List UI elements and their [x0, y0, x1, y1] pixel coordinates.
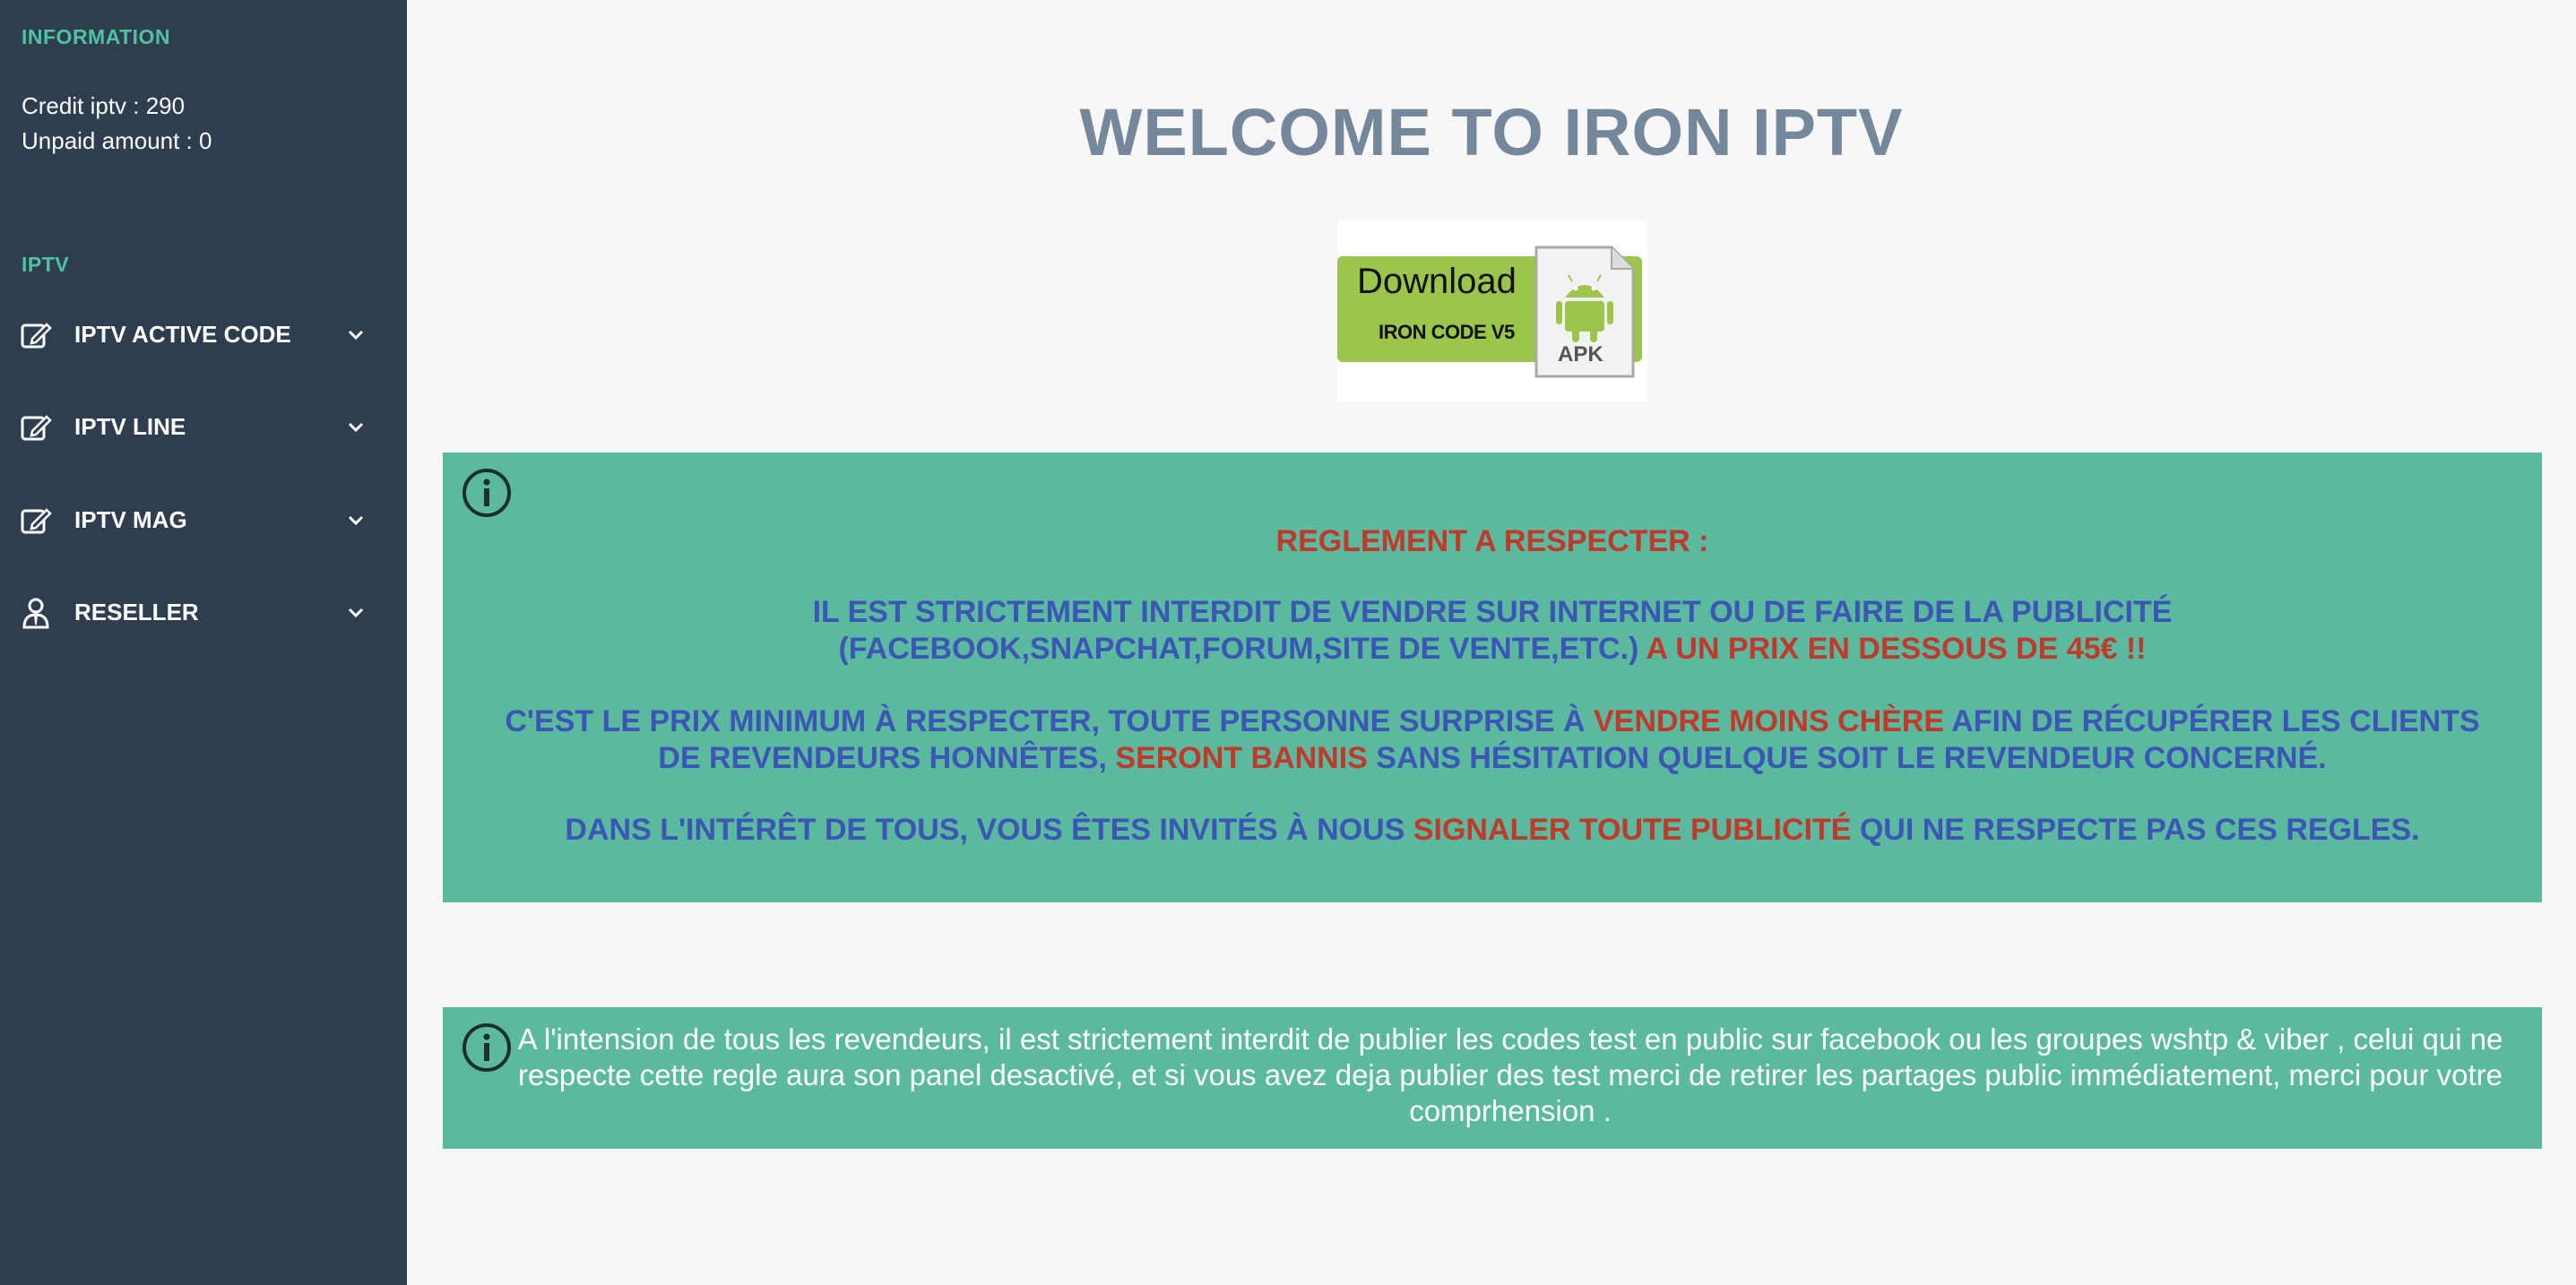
edit-icon	[21, 323, 52, 349]
reseller-notice-text: A l'intension de tous les revendeurs, il…	[517, 1022, 2503, 1127]
rules-p3-a: DANS L'INTÉRÊT DE TOUS, VOUS ÊTES INVITÉ…	[565, 813, 1413, 847]
user-tie-icon	[22, 598, 49, 629]
main-content: WELCOME TO IRON IPTV Download IRON CODE …	[407, 0, 2576, 1285]
iptv-section-title: IPTV	[22, 253, 70, 276]
rules-paragraph-1: IL EST STRICTEMENT INTERDIT DE VENDRE SU…	[497, 594, 2488, 668]
rules-title: REGLEMENT A RESPECTER :	[1275, 524, 1709, 558]
sidebar-item-iptv-active-code[interactable]: IPTV ACTIVE CODE	[0, 303, 407, 366]
rules-p1-line2-a: (FACEBOOK,SNAPCHAT,FORUM,SITE DE VENTE,E…	[838, 632, 1639, 666]
sidebar-item-iptv-mag[interactable]: IPTV MAG	[0, 488, 407, 551]
info-icon	[462, 1023, 511, 1072]
rules-paragraph-3: DANS L'INTÉRÊT DE TOUS, VOUS ÊTES INVITÉ…	[497, 812, 2488, 849]
rules-notice: REGLEMENT A RESPECTER : IL EST STRICTEME…	[443, 453, 2542, 902]
rules-p2-b: VENDRE MOINS CHÈRE	[1593, 704, 1945, 738]
rules-p1-line2-b: A UN PRIX EN DESSOUS DE 45€ !!	[1638, 632, 2147, 666]
rules-p1-line1: IL EST STRICTEMENT INTERDIT DE VENDRE SU…	[812, 595, 2173, 629]
rules-p3-c: QUI NE RESPECTE PAS CES REGLES.	[1851, 813, 2420, 847]
sidebar-item-reseller[interactable]: RESELLER	[0, 581, 407, 643]
reseller-notice: A l'intension de tous les revendeurs, il…	[443, 1007, 2542, 1149]
rules-paragraph-2: C'EST LE PRIX MINIMUM À RESPECTER, TOUTE…	[497, 703, 2488, 777]
rules-p1-line2: (FACEBOOK,SNAPCHAT,FORUM,SITE DE VENTE,E…	[497, 631, 2488, 668]
chevron-down-icon	[348, 422, 364, 433]
apk-download-label: Download	[1357, 262, 1517, 301]
unpaid-amount-text: Unpaid amount : 0	[22, 127, 212, 154]
sidebar-item-label: IPTV LINE	[74, 412, 186, 440]
chevron-down-icon	[348, 515, 364, 526]
credit-iptv-text: Credit iptv : 290	[22, 92, 186, 119]
apk-subtitle: IRON CODE V5	[1379, 321, 1515, 343]
sidebar: INFORMATION Credit iptv : 290 Unpaid amo…	[0, 0, 407, 1285]
chevron-down-icon	[348, 330, 364, 341]
rules-p3-b: SIGNALER TOUTE PUBLICITÉ	[1413, 813, 1852, 847]
edit-icon	[21, 508, 52, 534]
apk-download-banner[interactable]: Download IRON CODE V5 APK	[1337, 220, 1647, 401]
sidebar-item-label: IPTV ACTIVE CODE	[74, 320, 291, 348]
sidebar-item-label: IPTV MAG	[74, 505, 187, 533]
rules-p2-a: C'EST LE PRIX MINIMUM À RESPECTER, TOUTE…	[505, 704, 1594, 738]
page-title: WELCOME TO IRON IPTV	[1079, 95, 1904, 169]
info-icon	[462, 469, 511, 517]
chevron-down-icon	[348, 608, 364, 618]
sidebar-item-iptv-line[interactable]: IPTV LINE	[0, 395, 407, 458]
rules-p2-d: SERONT BANNIS	[1115, 741, 1368, 775]
edit-icon	[21, 415, 52, 441]
information-section-title: INFORMATION	[22, 25, 171, 48]
sidebar-item-label: RESELLER	[74, 598, 199, 625]
apk-file-label: APK	[1558, 342, 1604, 367]
rules-p2-e: SANS HÉSITATION QUELQUE SOIT LE REVENDEU…	[1367, 741, 2327, 775]
